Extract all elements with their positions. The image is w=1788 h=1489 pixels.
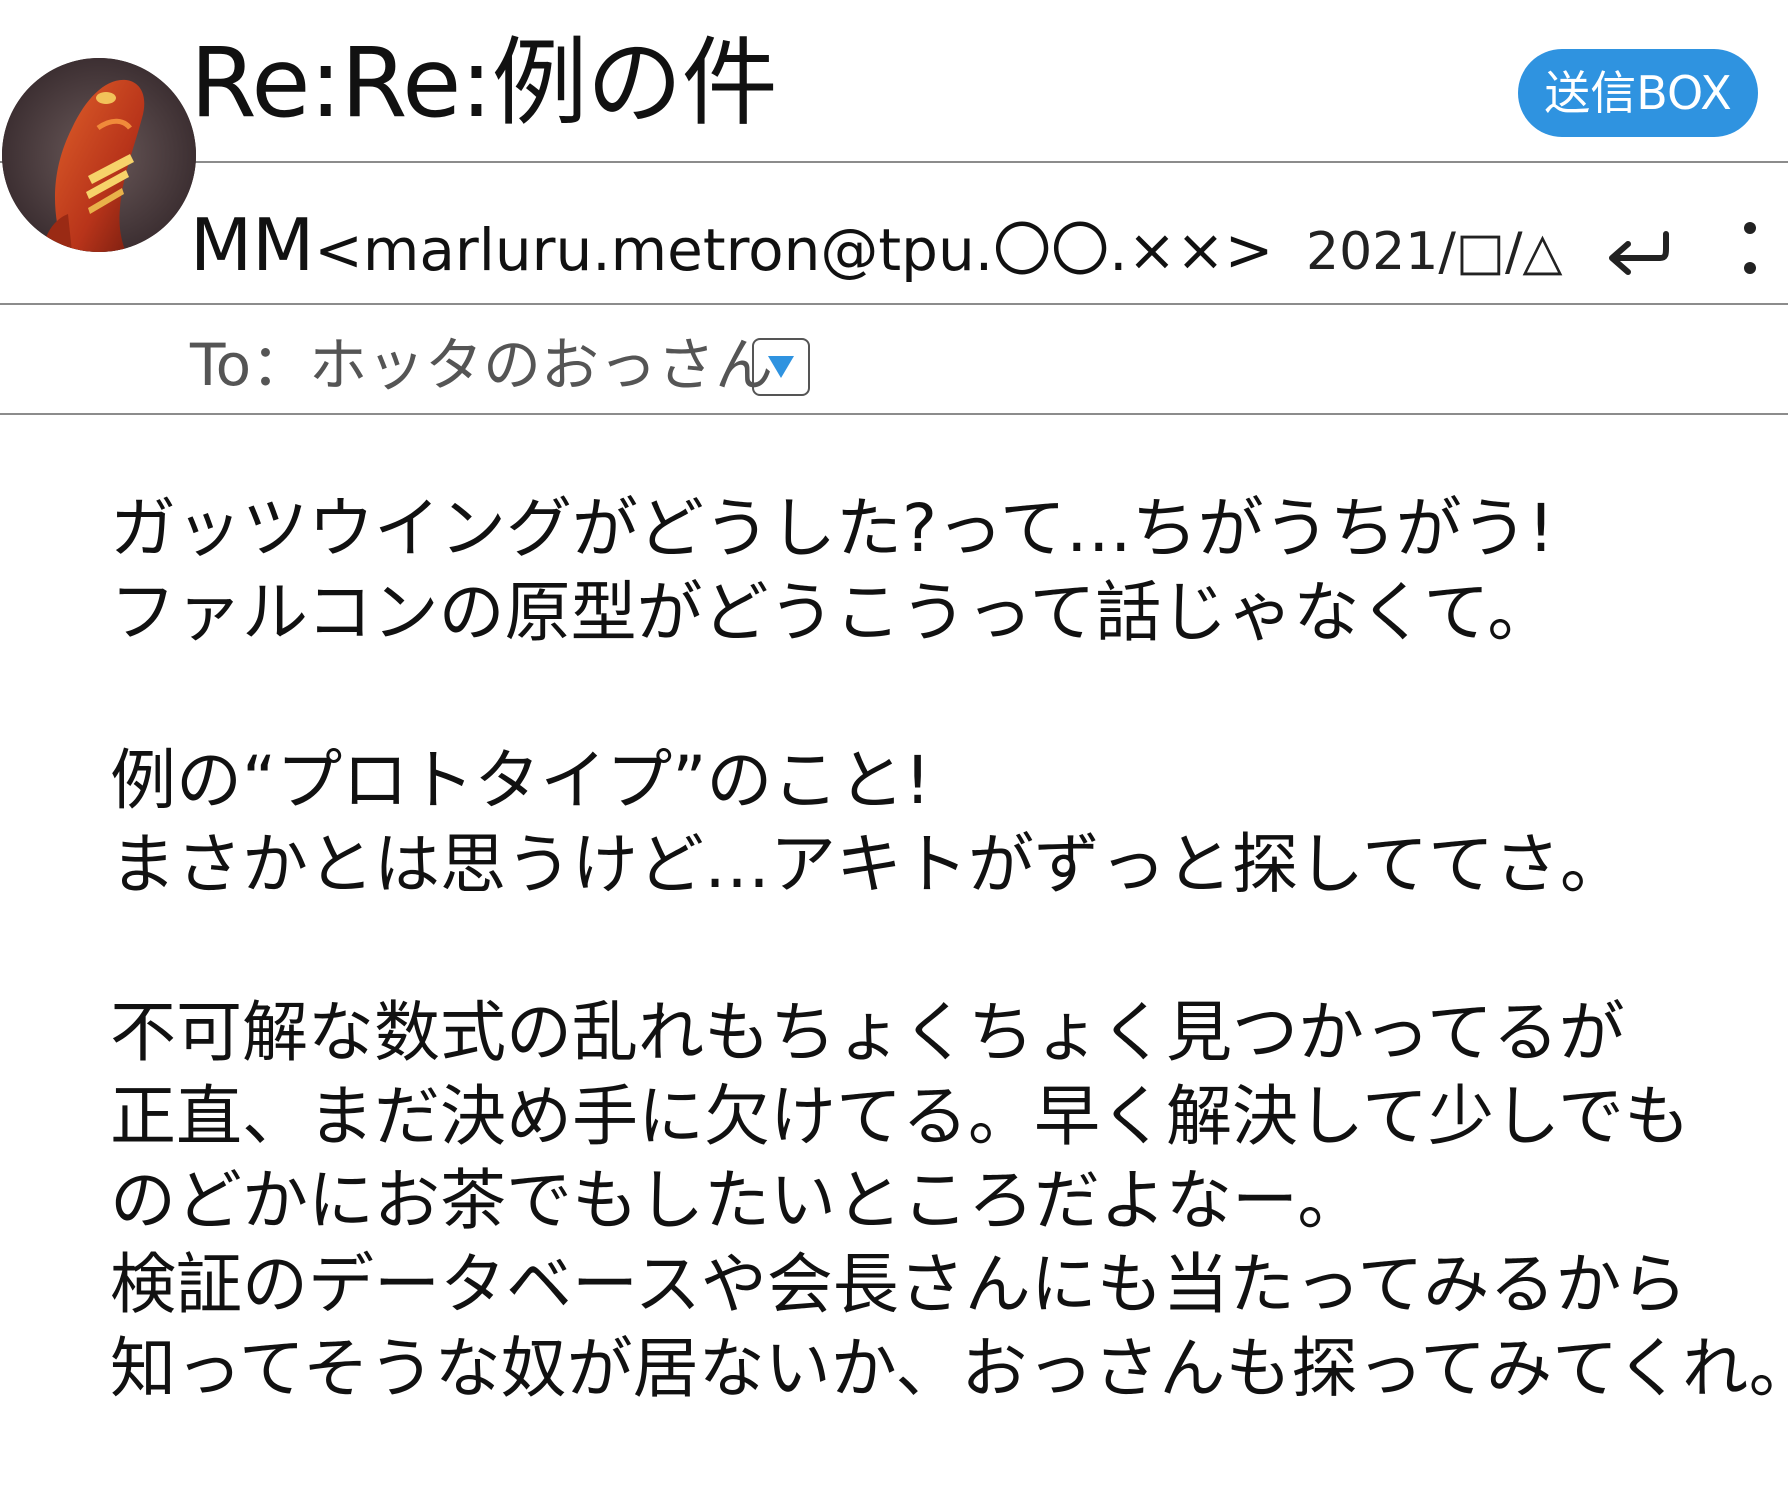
- email-subject: Re:Re:例の件: [190, 27, 778, 139]
- body-line: ファルコンの原型がどうこうって話じゃなくて。: [110, 574, 1554, 651]
- body-line: のどかにお茶でもしたいところだよなー。: [110, 1162, 1364, 1239]
- body-line: まさかとは思うけど…アキトがずっと探しててさ。: [110, 826, 1627, 903]
- body-line: 正直、まだ決め手に欠けてる。早く解決して少しでも: [110, 1078, 1691, 1155]
- sender-name: MM: [190, 203, 315, 287]
- triangle-down-icon: [768, 356, 794, 378]
- recipient-line: To：ホッタのおっさん: [190, 331, 774, 399]
- body-line: 例の“プロトタイプ”のこと!: [110, 742, 931, 819]
- sender-line: MM<marluru.metron@tpu.〇〇.××>: [190, 200, 1273, 290]
- sender-address[interactable]: <marluru.metron@tpu.〇〇.××>: [314, 216, 1273, 284]
- header-divider: [0, 161, 1788, 163]
- email-view: Re:Re:例の件 送信BOX MM<marluru.metron@tpu.〇〇…: [0, 0, 1788, 1489]
- recipient-divider: [0, 413, 1788, 415]
- body-line: ガッツウイングがどうした?って…ちがうちがう!: [110, 490, 1555, 567]
- more-options-icon[interactable]: [1730, 214, 1770, 284]
- email-date: 2021/□/△: [1306, 222, 1563, 282]
- sent-box-button[interactable]: 送信BOX: [1518, 49, 1758, 137]
- avatar-image-icon: [2, 58, 196, 252]
- sender-divider: [0, 303, 1788, 305]
- body-line: 不可解な数式の乱れもちょくちょく見つかってるが: [110, 994, 1625, 1071]
- email-body: ガッツウイングがどうした?って…ちがうちがう! ファルコンの原型がどうこうって話…: [110, 487, 1788, 1411]
- body-line: 検証のデータベースや会長さんにも当たってみるから: [110, 1246, 1688, 1323]
- sender-avatar[interactable]: [2, 58, 196, 252]
- body-line: 知ってそうな奴が居ないか、おっさんも探ってみてくれ。: [110, 1330, 1788, 1407]
- expand-recipients-button[interactable]: [752, 338, 810, 396]
- reply-icon[interactable]: [1602, 222, 1672, 282]
